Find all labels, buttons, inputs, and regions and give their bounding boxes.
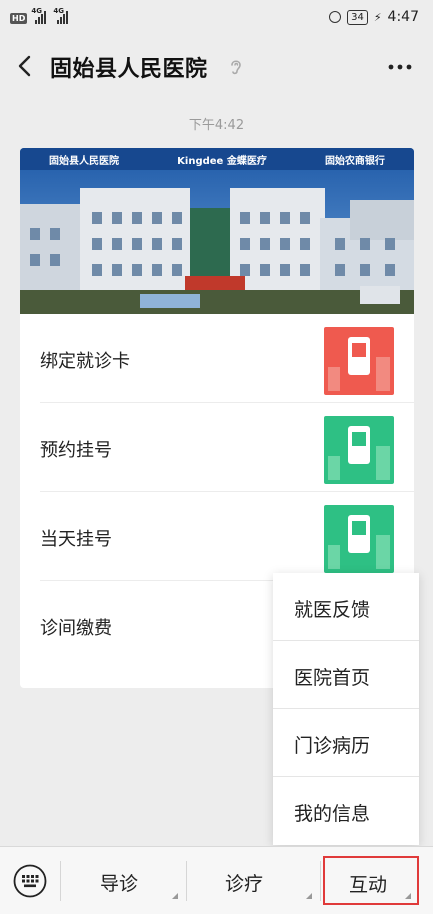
- menu-item-label: 就医反馈: [294, 599, 371, 621]
- more-dots-icon[interactable]: [385, 56, 415, 78]
- signal-icon: 4G: [53, 7, 71, 24]
- menu-item-label: 我的信息: [294, 803, 371, 825]
- keyboard-icon[interactable]: [13, 864, 47, 898]
- battery-icon: 34: [347, 9, 368, 25]
- list-item-label: 诊间缴费: [40, 618, 112, 639]
- menu-item-label: 医院首页: [294, 667, 371, 689]
- list-item-bind-card[interactable]: 绑定就诊卡: [20, 314, 414, 403]
- menu-item-records[interactable]: 门诊病历: [273, 709, 419, 777]
- divider: [320, 861, 321, 901]
- ear-icon: [231, 60, 241, 75]
- tab-label: 互动: [349, 874, 388, 896]
- hospital-banner-image[interactable]: [20, 148, 414, 314]
- phone-register-thumbnail-icon: [324, 505, 394, 573]
- tab-treatment[interactable]: 诊疗: [188, 857, 318, 903]
- message-timestamp: 下午4:42: [188, 118, 245, 133]
- tab-label: 导诊: [100, 873, 139, 895]
- submenu-indicator-icon: [306, 893, 312, 899]
- submenu-indicator-icon: [172, 893, 178, 899]
- divider: [186, 861, 187, 901]
- menu-item-my-info[interactable]: 我的信息: [273, 777, 419, 845]
- submenu-indicator-icon: [405, 893, 411, 899]
- list-item-label: 预约挂号: [40, 440, 112, 461]
- hd-badge: HD: [10, 13, 28, 24]
- phone-card-thumbnail-icon: [324, 327, 394, 395]
- signal-icon: 4G: [31, 7, 49, 24]
- alarm-icon: [329, 11, 342, 23]
- menu-item-home[interactable]: 医院首页: [273, 641, 419, 709]
- menu-item-feedback[interactable]: 就医反馈: [273, 573, 419, 641]
- menu-item-label: 门诊病历: [294, 735, 371, 757]
- kingdee-logo-text: Kingdee 金蝶医疗: [177, 155, 267, 167]
- charging-icon: ⚡: [373, 10, 382, 24]
- chat-header: 固始县人民医院: [0, 40, 433, 94]
- list-item-label: 当天挂号: [40, 529, 112, 550]
- bank-logo-text: 固始农商银行: [324, 155, 385, 167]
- phone-register-thumbnail-icon: [324, 416, 394, 484]
- list-item-appointment[interactable]: 预约挂号: [20, 403, 414, 492]
- page-title: 固始县人民医院: [50, 57, 208, 82]
- chevron-left-icon[interactable]: [14, 54, 38, 78]
- tab-guide[interactable]: 导诊: [62, 857, 184, 903]
- banner-logo-strip: 固始县人民医院 Kingdee 金蝶医疗 固始农商银行: [20, 148, 414, 170]
- bottom-menu-bar: 导诊 诊疗 互动: [0, 846, 433, 914]
- status-time: 4:47: [387, 9, 419, 25]
- interaction-popup-menu: 就医反馈 医院首页 门诊病历 我的信息: [273, 573, 419, 845]
- divider: [60, 861, 61, 901]
- status-bar: HD 4G 4G 34 ⚡ 4:47: [0, 0, 433, 36]
- hospital-logo-text: 固始县人民医院: [49, 155, 120, 167]
- tab-interaction[interactable]: 互动: [323, 856, 419, 905]
- list-item-label: 绑定就诊卡: [40, 351, 130, 372]
- tab-label: 诊疗: [225, 873, 264, 895]
- list-item-same-day[interactable]: 当天挂号: [20, 492, 414, 581]
